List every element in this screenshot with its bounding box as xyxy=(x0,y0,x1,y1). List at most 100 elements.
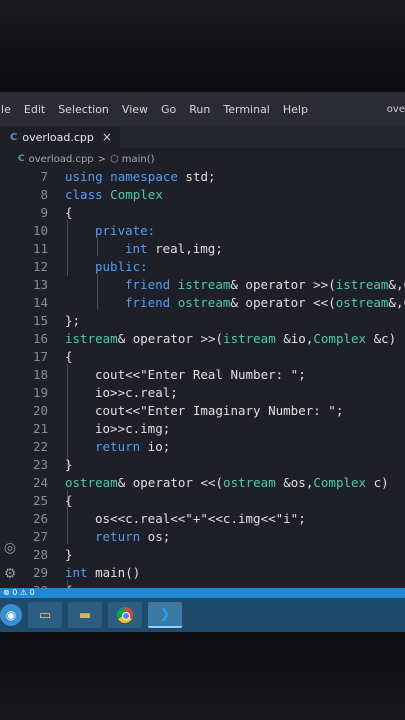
code-line[interactable]: 28} xyxy=(22,546,405,564)
status-bar: ⊗ 0 ⚠ 0 xyxy=(0,588,405,598)
code-text: } xyxy=(65,546,73,564)
code-line[interactable]: 12 public: xyxy=(22,258,405,276)
code-line[interactable]: 25 { xyxy=(22,492,405,510)
code-token: real,img; xyxy=(147,241,223,256)
menu-run[interactable]: Run xyxy=(189,103,210,116)
code-line[interactable]: 21 io>>c.img; xyxy=(22,420,405,438)
code-token: main() xyxy=(87,565,141,580)
code-text: private: xyxy=(95,222,155,240)
code-token: return xyxy=(95,529,141,544)
code-token: std; xyxy=(177,169,216,184)
menu-go[interactable]: Go xyxy=(161,103,176,116)
code-token: & operator >>( xyxy=(230,277,336,292)
code-token: ostream xyxy=(65,475,118,490)
menu-terminal[interactable]: Terminal xyxy=(223,103,270,116)
code-line[interactable]: 17 { xyxy=(22,348,405,366)
code-line[interactable]: 13 friend istream& operator >>(istream&,C… xyxy=(22,276,405,294)
code-text: }; xyxy=(65,312,80,330)
code-line[interactable]: 18 cout<<"Enter Real Number: "; xyxy=(22,366,405,384)
activity-bar: ◎ ⚙ xyxy=(0,168,22,598)
code-line[interactable]: 29 int main() xyxy=(22,564,405,582)
breadcrumb-file[interactable]: overload.cpp xyxy=(29,154,94,165)
code-text: public: xyxy=(95,258,148,276)
code-editor[interactable]: 7 using namespace std; 8 class Complex 9{10 p… xyxy=(22,168,405,632)
menu-help[interactable]: Help xyxy=(283,103,308,116)
line-number: 19 xyxy=(32,385,48,400)
menu-edit[interactable]: Edit xyxy=(24,103,45,116)
line-number: 13 xyxy=(32,277,48,292)
code-token: namespace xyxy=(110,169,178,184)
code-line[interactable]: 24 ostream& operator <<(ostream &os,Compl… xyxy=(22,474,405,492)
folder-icon[interactable]: ▬ xyxy=(68,602,102,628)
breadcrumb-symbol[interactable]: main() xyxy=(122,154,155,165)
problems-count[interactable]: ⊗ 0 ⚠ 0 xyxy=(3,588,35,597)
code-text: friend ostream& operator <<(ostream&,Co xyxy=(125,294,405,312)
line-number: 21 xyxy=(32,421,48,436)
code-line[interactable]: 27 return os; xyxy=(22,528,405,546)
cpp-file-icon: C xyxy=(10,131,18,143)
menu-file[interactable]: ile xyxy=(0,103,11,116)
code-token: & operator <<( xyxy=(230,295,336,310)
code-token: } xyxy=(65,547,73,562)
code-token: { xyxy=(65,493,73,508)
line-number: 7 xyxy=(40,169,48,184)
chrome-icon[interactable] xyxy=(108,602,142,628)
windows-start-icon[interactable]: ◉ xyxy=(0,604,22,626)
code-line[interactable]: 23} xyxy=(22,456,405,474)
code-token: Complex xyxy=(313,475,367,490)
editor-tab-bar: C overload.cpp × xyxy=(0,126,405,148)
code-line[interactable]: 20 cout<<"Enter Imaginary Number: "; xyxy=(22,402,405,420)
line-number: 28 xyxy=(32,547,48,562)
code-token: &c) xyxy=(366,331,397,346)
code-text: friend istream& operator >>(istream&,Co xyxy=(125,276,405,294)
code-line[interactable]: 11 int real,img; xyxy=(22,240,405,258)
code-token: { xyxy=(65,205,73,220)
code-token: public: xyxy=(95,259,148,274)
vscode-window: ile Edit Selection View Go Run Terminal … xyxy=(0,92,405,632)
code-token: istream xyxy=(177,277,231,292)
code-token: ostream xyxy=(223,475,276,490)
breadcrumb-separator: > xyxy=(97,153,107,165)
line-number: 24 xyxy=(32,475,48,490)
code-token: istream xyxy=(65,331,118,346)
code-line[interactable]: 16 istream& operator >>(istream &io,Compl… xyxy=(22,330,405,348)
code-token: ostream xyxy=(335,295,389,310)
code-token: & operator >>( xyxy=(117,331,224,346)
tab-label: overload.cpp xyxy=(22,130,94,144)
file-explorer-icon[interactable]: ▭ xyxy=(28,602,62,628)
menu-bar: ile Edit Selection View Go Run Terminal … xyxy=(0,92,405,126)
code-token: c) xyxy=(366,475,389,490)
line-number: 22 xyxy=(32,439,48,454)
code-text: io>>c.img; xyxy=(95,420,170,438)
line-number: 27 xyxy=(32,529,48,544)
menu-view[interactable]: View xyxy=(122,103,148,116)
gear-icon[interactable]: ⚙ xyxy=(2,566,18,582)
code-line[interactable]: 26 os<<c.real<<"+"<<c.img<<"i"; xyxy=(22,510,405,528)
menu-selection[interactable]: Selection xyxy=(58,103,109,116)
line-number: 23 xyxy=(32,457,48,472)
code-text: int real,img; xyxy=(125,240,223,258)
vscode-icon[interactable]: ❯ xyxy=(148,602,182,628)
line-number: 10 xyxy=(32,223,48,238)
code-text: } xyxy=(65,456,73,474)
symbol-method-icon: ⬡ xyxy=(110,153,119,165)
account-icon[interactable]: ◎ xyxy=(2,540,18,556)
line-number: 14 xyxy=(32,295,48,310)
close-icon[interactable]: × xyxy=(102,130,112,144)
code-token: { xyxy=(65,349,73,364)
code-token: Complex xyxy=(313,331,367,346)
monitor-bezel-top xyxy=(0,0,405,92)
line-number: 18 xyxy=(32,367,48,382)
code-line[interactable]: 22 return io; xyxy=(22,438,405,456)
code-line[interactable]: 10 private: xyxy=(22,222,405,240)
code-line[interactable]: 7 using namespace std; xyxy=(22,168,405,186)
code-line[interactable]: 14 friend ostream& operator <<(ostream&,C… xyxy=(22,294,405,312)
code-line[interactable]: 8 class Complex xyxy=(22,186,405,204)
code-text: using namespace std; xyxy=(65,168,216,186)
line-number: 15 xyxy=(32,313,48,328)
code-line[interactable]: 9{ xyxy=(22,204,405,222)
code-line[interactable]: 19 io>>c.real; xyxy=(22,384,405,402)
tab-overload-cpp[interactable]: C overload.cpp × xyxy=(0,126,120,148)
code-line[interactable]: 15}; xyxy=(22,312,405,330)
